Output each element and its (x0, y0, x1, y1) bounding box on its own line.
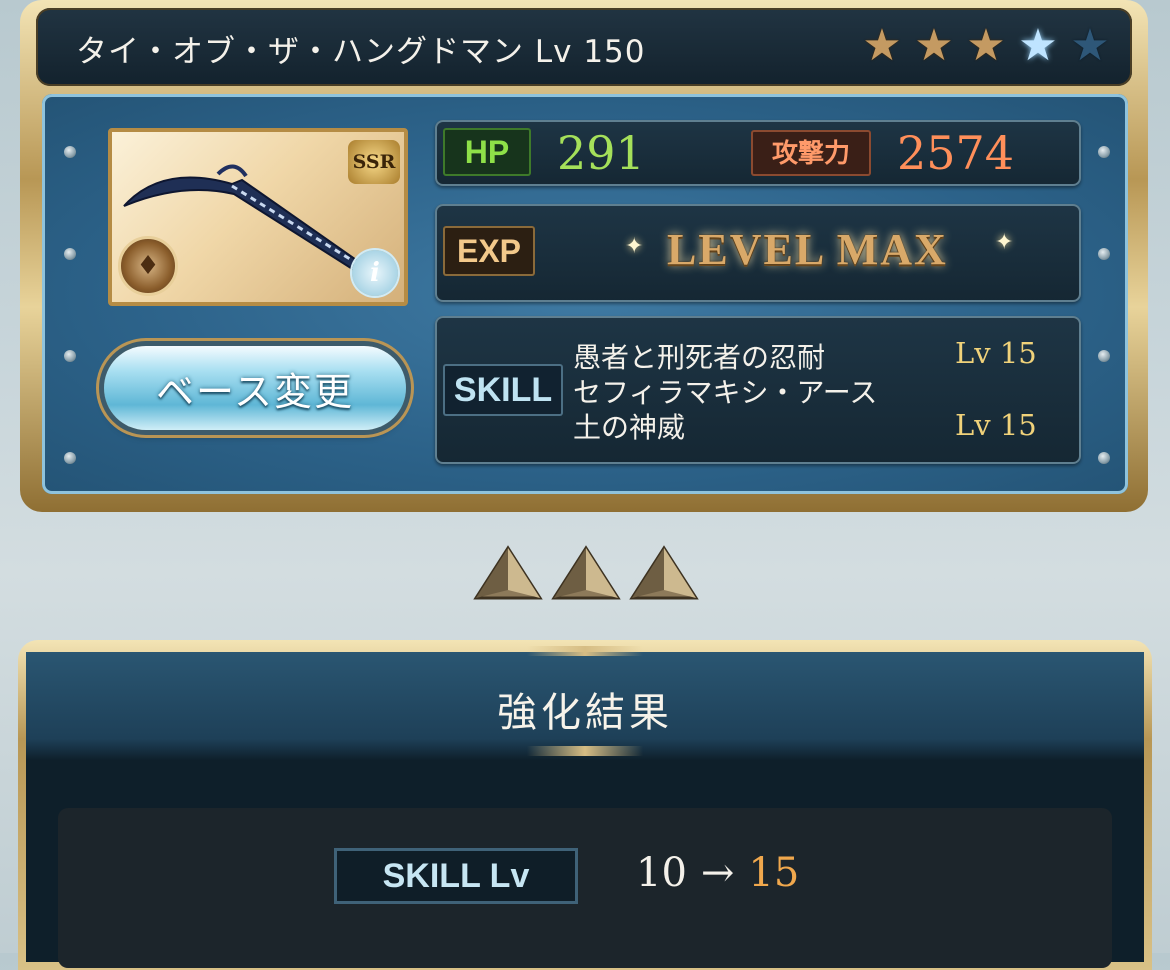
skill-1-name: 愚者と刑死者の忍耐 (573, 341, 826, 374)
weapon-title-bar: タイ・オブ・ザ・ハングドマン Lv 150 ★ ★ ★ ★ ★ (36, 8, 1132, 86)
earth-element-icon: ♦ (118, 236, 178, 296)
arrow-right-icon: → (700, 850, 735, 896)
info-icon[interactable]: i (352, 250, 398, 296)
skill-3-level: Lv 15 (955, 408, 1037, 442)
weapon-title: タイ・オブ・ザ・ハングドマン Lv 150 (76, 34, 646, 70)
skill-lv-label: SKILL Lv (334, 848, 578, 904)
skill-2-name: セフィラマキシ・アース (573, 376, 878, 409)
sparkle-icon: ✦ (625, 234, 644, 259)
ornament-divider (527, 746, 643, 756)
enhance-arrows (472, 544, 700, 604)
skill-label: SKILL (443, 364, 563, 416)
attack-label: 攻撃力 (751, 130, 871, 176)
result-title: 強化結果 (497, 690, 673, 736)
rivet-icon (1098, 350, 1110, 362)
rivet-icon (1098, 248, 1110, 260)
skill-lv-change: 10 → 15 (636, 850, 799, 896)
pyramid-arrow-icon (551, 545, 621, 600)
rivet-icon (1098, 146, 1110, 158)
uncap-star-icon: ★ (914, 20, 954, 71)
pyramid-arrow-icon (629, 545, 699, 600)
skills-row: SKILL 愚者と刑死者の忍耐 Lv 15 セフィラマキシ・アース 土の神威 L… (435, 316, 1081, 464)
skill-1-level: Lv 15 (955, 336, 1037, 370)
exp-label: EXP (443, 226, 535, 276)
uncap-star-empty-icon: ★ (1070, 20, 1110, 71)
rivet-icon (64, 248, 76, 260)
uncap-stars: ★ ★ ★ ★ ★ (858, 22, 1114, 70)
uncap-star-blue-icon: ★ (1018, 20, 1058, 71)
hp-value: 291 (557, 126, 645, 180)
stats-row: HP 291 攻撃力 2574 (435, 120, 1081, 186)
exp-row: EXP ✦ ✦ LEVEL MAX (435, 204, 1081, 302)
level-max-status: LEVEL MAX (667, 225, 948, 274)
weapon-info-panel: SSR ♦ i ベース変更 HP 291 攻撃力 2574 EXP ✦ ✦ LE… (42, 94, 1128, 494)
skill-lv-to: 15 (748, 850, 800, 896)
attack-value: 2574 (897, 126, 1015, 180)
change-base-button[interactable]: ベース変更 (104, 346, 406, 430)
sparkle-icon: ✦ (995, 230, 1014, 255)
result-box (58, 808, 1112, 968)
ornament-divider (527, 646, 643, 656)
weapon-thumbnail[interactable]: SSR ♦ i (108, 128, 408, 306)
rivet-icon (64, 350, 76, 362)
rarity-badge: SSR (348, 140, 400, 184)
rivet-icon (64, 146, 76, 158)
change-base-label: ベース変更 (155, 369, 355, 414)
hp-label: HP (443, 128, 531, 176)
rivet-icon (1098, 452, 1110, 464)
rivet-icon (64, 452, 76, 464)
skill-3-name: 土の神威 (573, 411, 686, 444)
uncap-star-icon: ★ (966, 20, 1006, 71)
pyramid-arrow-icon (473, 545, 543, 600)
skill-lv-from: 10 (636, 850, 687, 896)
uncap-star-icon: ★ (862, 20, 902, 71)
